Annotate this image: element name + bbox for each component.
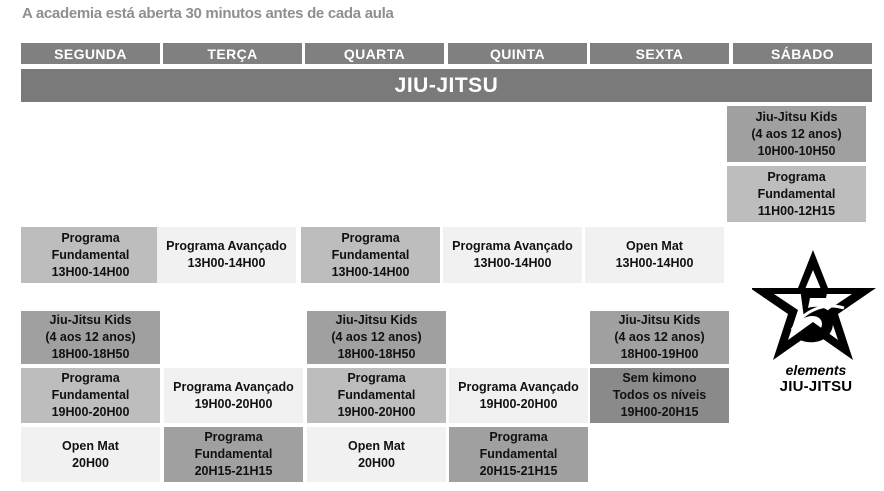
cell-line: Programa xyxy=(341,230,400,245)
cell-line: Jiu-Jitsu Kids xyxy=(755,109,838,124)
cell-line: Fundamental xyxy=(51,247,130,262)
cell-line: Fundamental xyxy=(51,388,130,402)
day-header-quarta: QUARTA xyxy=(305,43,444,64)
class-cell-segunda-20h: Open Mat 20H00 xyxy=(21,427,160,482)
class-cell-terca-20h: Programa Fundamental 20H15-21H15 xyxy=(164,427,303,482)
cell-line: 20H00 xyxy=(358,455,395,470)
cell-line: 13H00-14H00 xyxy=(331,264,410,279)
cell-line: 11H00-12H15 xyxy=(757,203,836,218)
cell-line: 10H00-10H50 xyxy=(757,143,836,158)
day-header-sabado: SÁBADO xyxy=(733,43,872,64)
cell-line: Jiu-Jitsu Kids xyxy=(335,313,418,327)
cell-line: Fundamental xyxy=(331,247,410,262)
cell-line: Programa xyxy=(61,230,120,245)
cell-line: 13H00-14H00 xyxy=(187,256,266,270)
cell-line: 20H15-21H15 xyxy=(479,464,558,478)
cell-line: Programa Avançado xyxy=(458,379,579,394)
cell-line: 20H00 xyxy=(72,455,109,470)
cell-line: 13H00-14H00 xyxy=(473,256,552,270)
cell-line: Programa Avançado xyxy=(166,239,287,253)
class-cell-segunda-kids: Jiu-Jitsu Kids (4 aos 12 anos) 18H00-18H… xyxy=(21,311,160,364)
cell-line: 18H00-19H00 xyxy=(620,347,699,361)
class-cell-quarta-20h: Open Mat 20H00 xyxy=(307,427,446,482)
class-cell-sabado-kids: Jiu-Jitsu Kids (4 aos 12 anos) 10H00-10H… xyxy=(727,106,866,162)
day-header-quinta: QUINTA xyxy=(448,43,587,64)
banner-jiu-jitsu: JIU-JITSU xyxy=(21,69,872,102)
cell-line: 13H00-14H00 xyxy=(615,256,694,270)
cell-line: (4 aos 12 anos) xyxy=(751,126,842,141)
class-cell-segunda-13h: Programa Fundamental 13H00-14H00 xyxy=(21,227,160,283)
class-cell-quinta-19h: Programa Avançado 19H00-20H00 xyxy=(449,368,588,423)
cell-line: Programa xyxy=(489,430,548,444)
cell-line: Jiu-Jitsu Kids xyxy=(49,313,132,327)
logo-word-jiu-jitsu: JIU-JITSU xyxy=(779,378,853,395)
cell-line: Todos os níveis xyxy=(612,388,707,402)
cell-line: 13H00-14H00 xyxy=(51,264,130,279)
class-cell-sexta-19h: Sem kimono Todos os níveis 19H00-20H15 xyxy=(590,368,729,423)
class-cell-sabado-fundamental: Programa Fundamental 11H00-12H15 xyxy=(727,166,866,222)
cell-line: Programa Avançado xyxy=(452,239,573,253)
class-cell-terca-13h: Programa Avançado 13H00-14H00 xyxy=(157,227,296,283)
class-cell-quarta-13h: Programa Fundamental 13H00-14H00 xyxy=(301,227,440,283)
day-header-terca: TERÇA xyxy=(163,43,302,64)
cell-line: 19H00-20H00 xyxy=(479,396,558,411)
cell-line: (4 aos 12 anos) xyxy=(331,330,422,344)
cell-line: Fundamental xyxy=(757,186,836,201)
cell-line: Programa Avançado xyxy=(173,379,294,394)
cell-line: Jiu-Jitsu Kids xyxy=(618,313,701,327)
cell-line: Fundamental xyxy=(337,388,416,402)
cell-line: Programa xyxy=(347,371,406,385)
class-cell-quinta-13h: Programa Avançado 13H00-14H00 xyxy=(443,227,582,283)
class-cell-sexta-13h: Open Mat 13H00-14H00 xyxy=(585,227,724,283)
star-5-logo-icon xyxy=(752,250,876,360)
class-cell-quinta-20h: Programa Fundamental 20H15-21H15 xyxy=(449,427,588,482)
cell-line: Programa xyxy=(61,371,120,385)
cell-line: 19H00-20H15 xyxy=(620,405,699,419)
cell-line: Sem kimono xyxy=(622,371,697,385)
cell-line: Fundamental xyxy=(194,447,273,461)
cell-line: Programa xyxy=(767,169,826,184)
cell-line: Open Mat xyxy=(62,438,119,453)
cell-line: 18H00-18H50 xyxy=(51,347,130,361)
cell-line: Open Mat xyxy=(626,239,683,253)
cell-line: 19H00-20H00 xyxy=(337,405,416,419)
day-header-sexta: SEXTA xyxy=(590,43,729,64)
day-header-segunda: SEGUNDA xyxy=(21,43,160,64)
notice-text: A academia está aberta 30 minutos antes … xyxy=(22,5,394,22)
cell-line: (4 aos 12 anos) xyxy=(45,330,136,344)
class-cell-sexta-kids: Jiu-Jitsu Kids (4 aos 12 anos) 18H00-19H… xyxy=(590,311,729,364)
cell-line: Fundamental xyxy=(479,447,558,461)
logo-word-elements: elements xyxy=(785,362,847,378)
cell-line: 20H15-21H15 xyxy=(194,464,273,478)
cell-line: 19H00-20H00 xyxy=(194,396,273,411)
cell-line: Open Mat xyxy=(348,438,405,453)
academy-logo: elements JIU-JITSU xyxy=(752,248,880,398)
class-cell-quarta-kids: Jiu-Jitsu Kids (4 aos 12 anos) 18H00-18H… xyxy=(307,311,446,364)
class-cell-quarta-19h: Programa Fundamental 19H00-20H00 xyxy=(307,368,446,423)
cell-line: (4 aos 12 anos) xyxy=(614,330,705,344)
class-cell-terca-19h: Programa Avançado 19H00-20H00 xyxy=(164,368,303,423)
class-cell-segunda-19h: Programa Fundamental 19H00-20H00 xyxy=(21,368,160,423)
cell-line: 18H00-18H50 xyxy=(337,347,416,361)
cell-line: 19H00-20H00 xyxy=(51,405,130,419)
cell-line: Programa xyxy=(204,430,263,444)
